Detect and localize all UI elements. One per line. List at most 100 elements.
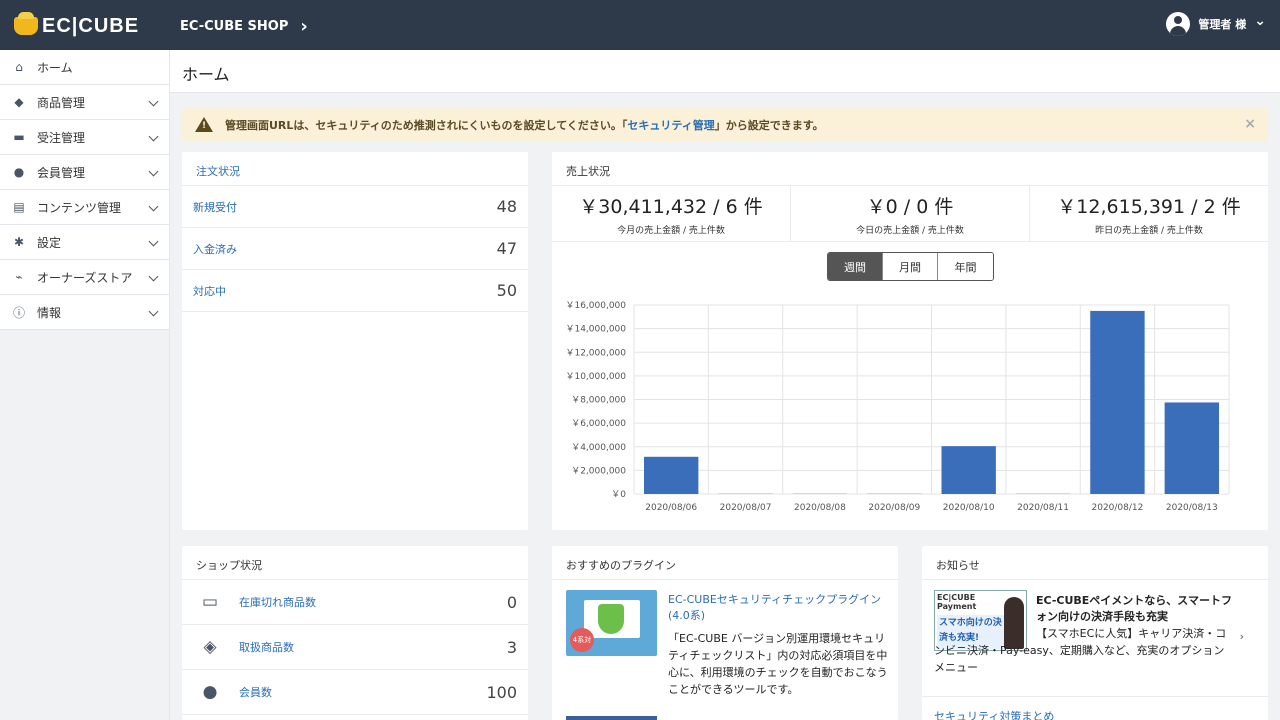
order-status-label[interactable]: 新規受付	[193, 199, 237, 215]
plugin-title-link[interactable]: EC-CUBEセキュリティチェックプラグイン(4.0系)	[668, 592, 893, 624]
bar-2020/08/06[interactable]	[644, 456, 699, 494]
chevron-right-icon[interactable]: ›	[1240, 630, 1244, 643]
order-status-row[interactable]: 新規受付 48	[182, 186, 528, 228]
chevron-right-icon: ›	[300, 16, 308, 37]
order-status-count: 48	[496, 197, 517, 216]
sidebar-item-label: 情報	[37, 305, 62, 320]
chevron-down-icon	[148, 271, 159, 282]
shop-status-row[interactable]: ◈ 取扱商品数 3	[182, 625, 528, 670]
sidebar-item-5[interactable]: ✱ 設定	[0, 225, 169, 260]
order-status-row[interactable]: 対応中 50	[182, 270, 528, 312]
sales-summary-cell: ￥0 / 0 件今日の売上金額 / 売上件数	[791, 186, 1030, 241]
bar-2020/08/11[interactable]	[1015, 493, 1071, 494]
y-tick-label: ￥4,000,000	[571, 443, 626, 453]
bar-2020/08/08[interactable]	[792, 493, 848, 494]
sidebar-menu: ⌂ ホーム ◆ 商品管理 ▬ 受注管理 ● 会員管理 ▤ コンテンツ管理 ✱ 設定 ⌁ オーナーズストア ⓘ…	[0, 50, 169, 330]
shop-link[interactable]: EC-CUBE SHOP ›	[180, 16, 308, 37]
x-tick-label: 2020/08/07	[720, 503, 772, 513]
security-alert: ! 管理画面URLは、セキュリティのため推測されにくいものを設定してください。「…	[182, 108, 1268, 141]
bar-2020/08/13[interactable]	[1164, 402, 1219, 494]
shop-status-value: 0	[506, 592, 517, 612]
sales-amount: ￥0 / 0 件	[866, 196, 954, 218]
sales-caption: 今月の売上金額 / 売上件数	[617, 226, 725, 236]
shield-icon	[598, 604, 624, 634]
period-tab-1[interactable]: 月間	[883, 253, 938, 280]
plugin-badge: 4系対応	[570, 628, 594, 652]
plugins-title: おすすめのプラグイン	[552, 546, 898, 580]
bar-2020/08/07[interactable]	[718, 493, 773, 494]
news-divider	[922, 696, 1268, 697]
sidebar-item-label: オーナーズストア	[37, 270, 133, 285]
alert-text-after: 」から設定できます。	[714, 118, 824, 132]
sales-status-card: 売上状況 ￥30,411,432 / 6 件今月の売上金額 / 売上件数 ￥0 /…	[552, 152, 1268, 530]
chevron-down-icon	[148, 96, 159, 107]
shop-name: EC-CUBE SHOP	[180, 19, 289, 34]
user-avatar-icon	[1166, 12, 1191, 36]
ec-cube-logo[interactable]: EC|CUBE	[14, 12, 140, 39]
sidebar-item-2[interactable]: ▬ 受注管理	[0, 120, 169, 155]
order-status-title: 注文状況	[182, 152, 528, 186]
y-tick-label: ￥16,000,000	[565, 301, 626, 311]
period-tab-0[interactable]: 週間	[828, 253, 883, 280]
shop-status-list: ▭ 在庫切れ商品数 0 ◈ 取扱商品数 3 ● 会員数 100	[182, 580, 528, 715]
sidebar: ⌂ ホーム ◆ 商品管理 ▬ 受注管理 ● 会員管理 ▤ コンテンツ管理 ✱ 設定 ⌁ オーナーズストア ⓘ…	[0, 50, 170, 720]
y-tick-label: ￥10,000,000	[565, 372, 626, 382]
shop-status-title: ショップ状況	[182, 546, 528, 580]
sidebar-item-label: 商品管理	[37, 95, 86, 110]
period-tab-2[interactable]: 年間	[938, 253, 993, 280]
sidebar-item-1[interactable]: ◆ 商品管理	[0, 85, 169, 120]
sales-amount: ￥30,411,432 / 6 件	[579, 196, 763, 218]
order-status-list: 新規受付 48 入金済み 47 対応中 50	[182, 186, 528, 312]
shop-status-label[interactable]: 取扱商品数	[239, 639, 507, 655]
plug-icon: ⌁	[15, 270, 23, 284]
plugin-next-thumbnail	[566, 716, 657, 720]
news-image-brand: EC|CUBE Payment	[937, 593, 977, 611]
logo-text: EC|CUBE	[42, 14, 140, 37]
x-tick-label: 2020/08/10	[943, 503, 995, 513]
sales-caption: 昨日の売上金額 / 売上件数	[1095, 226, 1203, 236]
sidebar-item-6[interactable]: ⌁ オーナーズストア	[0, 260, 169, 295]
sales-bar-chart: ￥16,000,000 ￥14,000,000 ￥12,000,000 ￥10,000…	[565, 301, 1230, 513]
sales-amount: ￥12,615,391 / 2 件	[1057, 196, 1241, 218]
order-status-row[interactable]: 入金済み 47	[182, 228, 528, 270]
sidebar-item-7[interactable]: ⓘ 情報	[0, 295, 169, 330]
plugin-description: 「EC-CUBE バージョン別運用環境セキュリティチェックリスト」内の対応必須項…	[668, 632, 888, 696]
close-icon[interactable]: ×	[1244, 116, 1256, 132]
sales-summary: ￥30,411,432 / 6 件今月の売上金額 / 売上件数 ￥0 / 0 件今…	[552, 186, 1268, 242]
y-tick-label: ￥0	[611, 490, 626, 500]
user-menu[interactable]: 管理者 様 ⌄	[1166, 12, 1266, 36]
order-status-label[interactable]: 対応中	[193, 283, 226, 299]
news-security-link[interactable]: セキュリティ対策まとめ	[934, 708, 1054, 720]
shop-status-label[interactable]: 会員数	[239, 684, 486, 700]
sidebar-item-0[interactable]: ⌂ ホーム	[0, 50, 169, 85]
y-tick-label: ￥12,000,000	[565, 348, 626, 358]
shop-status-row[interactable]: ▭ 在庫切れ商品数 0	[182, 580, 528, 625]
cart-icon: ▬	[13, 130, 25, 144]
news-item-title[interactable]: EC-CUBEペイメントなら、スマートフォン向けの決済手段も充実	[1036, 593, 1236, 625]
bar-2020/08/09[interactable]	[867, 493, 922, 494]
sales-caption: 今日の売上金額 / 売上件数	[856, 226, 964, 236]
page-title: ホーム	[182, 65, 230, 84]
sidebar-item-4[interactable]: ▤ コンテンツ管理	[0, 190, 169, 225]
members-icon: ●	[202, 682, 218, 702]
x-tick-label: 2020/08/08	[794, 503, 846, 513]
sales-summary-cell: ￥12,615,391 / 2 件昨日の売上金額 / 売上件数	[1030, 186, 1268, 241]
plugin-thumbnail[interactable]: 4系対応	[566, 590, 657, 656]
bar-2020/08/12[interactable]	[1090, 310, 1145, 494]
y-tick-label: ￥2,000,000	[571, 466, 626, 476]
bar-2020/08/10[interactable]	[941, 446, 996, 494]
x-tick-label: 2020/08/09	[868, 503, 920, 513]
shop-status-label[interactable]: 在庫切れ商品数	[239, 594, 507, 610]
y-tick-label: ￥14,000,000	[565, 325, 626, 335]
sidebar-item-3[interactable]: ● 会員管理	[0, 155, 169, 190]
info-icon: ⓘ	[12, 305, 25, 320]
sidebar-item-label: 会員管理	[37, 165, 86, 180]
x-tick-label: 2020/08/06	[645, 503, 697, 513]
sidebar-item-label: ホーム	[37, 60, 73, 75]
home-icon: ⌂	[15, 60, 23, 74]
shop-status-row[interactable]: ● 会員数 100	[182, 670, 528, 715]
security-settings-link[interactable]: セキュリティ管理	[627, 117, 714, 133]
chevron-down-icon	[148, 201, 159, 212]
inbox-icon: ▭	[201, 592, 219, 612]
order-status-label[interactable]: 入金済み	[193, 241, 237, 257]
